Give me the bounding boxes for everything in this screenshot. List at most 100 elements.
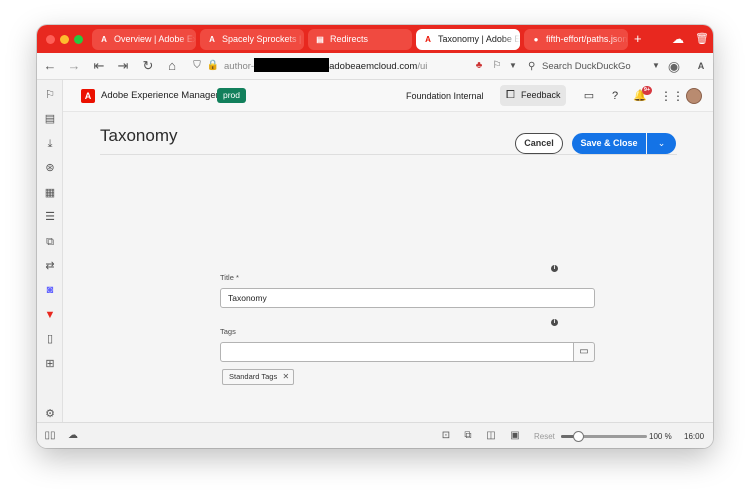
history-icon[interactable]: ⊛ (43, 161, 57, 175)
adobe-logo-icon[interactable]: A (81, 89, 95, 103)
profile-icon[interactable]: ◉ (666, 58, 682, 74)
folder-icon[interactable]: ▭ (573, 342, 595, 362)
page-actions-icon[interactable]: ◫ (484, 429, 498, 443)
tab-fade (502, 29, 520, 50)
tab-redirects[interactable]: ▤ Redirects (308, 29, 412, 50)
title-divider (100, 154, 677, 155)
panel-toggle-icon[interactable]: ▯▯ (43, 429, 57, 443)
url-prefix: author- (224, 61, 255, 72)
tags-input[interactable] (220, 342, 574, 362)
home-icon[interactable]: ⌂ (164, 58, 180, 74)
cancel-button[interactable]: Cancel (515, 133, 563, 154)
title-field-label: Title * (220, 273, 239, 282)
zoom-slider[interactable] (561, 431, 647, 442)
forward-arrow-icon[interactable]: → (66, 58, 82, 74)
tab-bar: A Overview | Adobe Experience A Spacely … (37, 25, 713, 53)
reload-icon[interactable]: ↻ (140, 58, 156, 74)
notification-badge: 9+ (642, 86, 652, 95)
aem-shell-header: A Adobe Experience Manager prod Foundati… (63, 80, 713, 112)
url-field[interactable]: author-adobeaemcloud.com/ui (224, 56, 474, 77)
chevron-down-icon[interactable]: ▼ (648, 58, 664, 74)
github-icon: ● (533, 35, 539, 44)
info-icon[interactable]: i (551, 265, 558, 272)
tab-github-paths[interactable]: ● fifth-effort/paths.json (524, 29, 628, 50)
bookmark-icon[interactable]: ⚐ (489, 58, 505, 74)
reading-list-icon[interactable]: ▤ (43, 112, 57, 126)
bookmarks-icon[interactable]: ⚐ (43, 88, 57, 102)
translate-icon[interactable]: ⧉ (43, 235, 57, 249)
feedback-button[interactable]: ⧠ Feedback (500, 85, 566, 106)
tab-taxonomy[interactable]: A Taxonomy | Adobe Experience (416, 29, 520, 50)
zoom-thumb[interactable] (573, 431, 585, 442)
environment-badge: prod (217, 88, 247, 103)
url-path: /ui (417, 61, 428, 72)
translate-icon[interactable]: A (693, 58, 709, 74)
cloud-icon[interactable]: ☁ (672, 31, 684, 47)
sync-icon[interactable]: ⇄ (43, 259, 57, 273)
save-options-button[interactable]: ⌄ (647, 133, 676, 154)
tile-icon[interactable]: ⧉ (461, 429, 475, 443)
trash-icon[interactable]: 🗑 (695, 31, 709, 47)
downloads-icon[interactable]: ⤓ (43, 137, 57, 151)
app-title[interactable]: Adobe Experience Manager (101, 89, 219, 103)
search-icon: ⚲ (528, 61, 536, 72)
avatar[interactable] (686, 88, 702, 104)
image-toggle-icon[interactable]: ▣ (508, 429, 522, 443)
tab-fade (286, 29, 304, 50)
close-window-button[interactable] (46, 35, 55, 44)
chevron-down-icon: ⌄ (657, 138, 666, 148)
calendar-icon[interactable]: ▦ (43, 186, 57, 200)
fast-forward-icon[interactable]: ⇥ (115, 58, 131, 74)
feedback-icon: ⧠ (506, 89, 515, 101)
tags-field-label: Tags (220, 327, 236, 336)
shield-icon[interactable]: ⛉ (189, 58, 205, 74)
zoom-level: 100 % (649, 432, 672, 441)
clock: 16:00 (684, 432, 705, 441)
tab-label: Redirects (330, 34, 369, 44)
search-placeholder: Search DuckDuckGo (542, 61, 631, 72)
adobe-icon: A (101, 35, 107, 44)
close-icon[interactable]: ✕ (283, 370, 290, 384)
rewind-icon[interactable]: ⇤ (91, 58, 107, 74)
tag-chip-label: Standard Tags (229, 372, 278, 381)
info-icon[interactable]: i (551, 319, 558, 326)
zoom-reset-button[interactable]: Reset (534, 431, 555, 442)
feedback-label: Feedback (521, 90, 561, 100)
save-close-button[interactable]: Save & Close (572, 133, 646, 154)
org-switcher[interactable]: Foundation Internal (406, 89, 484, 103)
adobe-icon: A (425, 35, 431, 44)
settings-icon[interactable]: ⚙ (43, 407, 57, 421)
chevron-down-icon[interactable]: ▼ (505, 58, 521, 74)
add-panel-icon[interactable]: ⊞ (43, 357, 57, 371)
adobe-icon: A (209, 35, 215, 44)
mastodon-icon[interactable]: ◙ (43, 283, 57, 297)
search-input[interactable]: ⚲ Search DuckDuckGo (526, 56, 657, 77)
zoom-window-button[interactable] (74, 35, 83, 44)
tag-chip[interactable]: Standard Tags ✕ (222, 369, 295, 385)
extension-icon[interactable]: ♣ (471, 58, 487, 74)
tab-fade (178, 29, 196, 50)
title-input[interactable]: Taxonomy (220, 288, 595, 308)
url-domain: adobeaemcloud.com (329, 61, 418, 72)
tab-spacely-sprockets[interactable]: A Spacely Sprockets | AEM (200, 29, 304, 50)
status-bar: ▯▯ ☁ ⊡ ⧉ ◫ ▣ Reset 100 % 16:00 (37, 422, 713, 448)
apps-grid-icon[interactable]: ⋮⋮ (660, 89, 684, 103)
vivaldi-icon[interactable]: ▼ (43, 308, 57, 322)
redacted-block (254, 58, 330, 72)
capture-icon[interactable]: ⊡ (439, 429, 453, 443)
tab-fade (610, 29, 628, 50)
cloud-icon[interactable]: ☁ (66, 429, 80, 443)
notes-icon[interactable]: ☰ (43, 210, 57, 224)
browser-window: A Overview | Adobe Experience A Spacely … (37, 25, 713, 448)
back-arrow-icon[interactable]: ← (42, 58, 58, 74)
new-tab-button[interactable]: + (634, 31, 642, 47)
help-icon[interactable]: ? (608, 89, 622, 103)
document-icon[interactable]: ▯ (43, 332, 57, 346)
tab-overview[interactable]: A Overview | Adobe Experience (92, 29, 196, 50)
aem-content: A Adobe Experience Manager prod Foundati… (63, 80, 713, 422)
address-bar: ← → ⇤ ⇥ ↻ ⌂ ⛉ 🔒 author-adobeaemcloud.com… (37, 53, 713, 80)
chat-icon[interactable]: ▭ (582, 89, 596, 103)
page-title: Taxonomy (100, 126, 178, 145)
document-icon: ▤ (316, 35, 324, 44)
minimize-window-button[interactable] (60, 35, 69, 44)
